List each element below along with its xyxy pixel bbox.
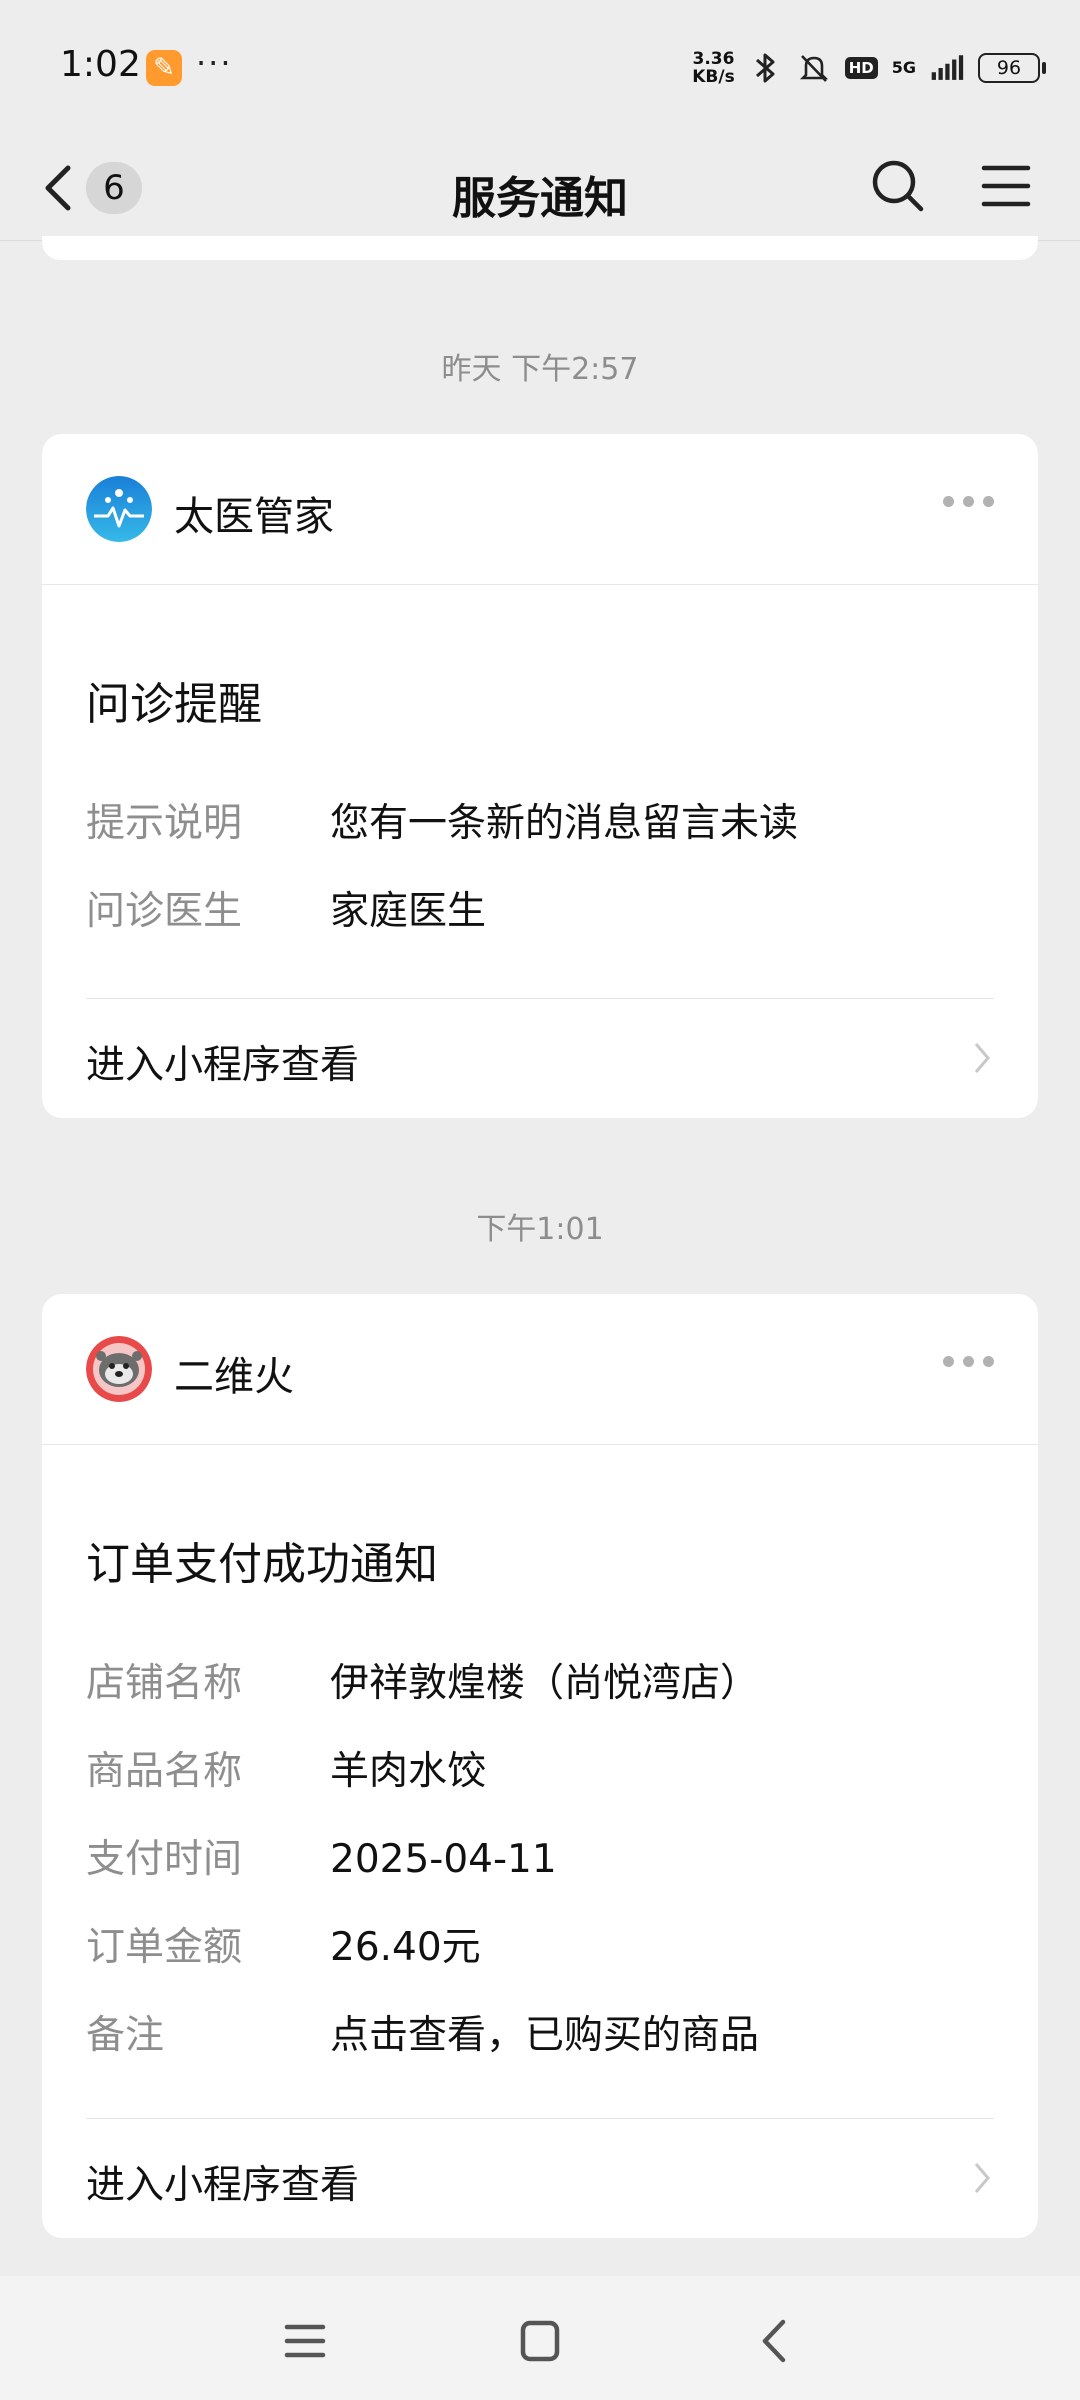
menu-button[interactable] (978, 156, 1034, 216)
field-label: 商品名称 (86, 1749, 243, 1794)
status-bar: 1:02 ✎ ··· 3.36 KB/s HD 5G 96 (0, 0, 1080, 136)
app-name[interactable]: 太医管家 (174, 484, 334, 542)
field-value: 26.40元 (330, 1925, 481, 1970)
field-row: 商品名称 羊肉水饺 (86, 1740, 486, 1796)
field-label: 订单金额 (86, 1925, 243, 1970)
field-label: 问诊医生 (86, 889, 243, 934)
message-card[interactable]: 太医管家 问诊提醒 提示说明 您有一条新的消息留言未读 问诊医生 家庭医生 进入小程… (42, 434, 1038, 1118)
open-mini-program-label: 进入小程序查看 (86, 2163, 360, 2208)
more-dots-icon[interactable] (943, 1356, 994, 1367)
chevron-right-icon (974, 1043, 990, 1073)
field-row: 提示说明 您有一条新的消息留言未读 (86, 792, 798, 848)
message-timestamp: 下午1:01 (476, 1212, 604, 1247)
open-mini-program-label: 进入小程序查看 (86, 1043, 360, 1088)
field-label: 备注 (86, 2013, 165, 2058)
field-label: 支付时间 (86, 1837, 243, 1882)
field-value: 点击查看，已购买的商品 (330, 2013, 760, 2058)
message-timestamp: 昨天 下午2:57 (441, 352, 639, 387)
home-button[interactable] (510, 2316, 570, 2366)
signal-icon (930, 51, 964, 85)
field-row: 问诊医生 家庭医生 (86, 880, 486, 936)
status-icons: 3.36 KB/s HD 5G 96 (692, 46, 1046, 90)
net-speed-value: 3.36 (692, 49, 735, 69)
field-label: 提示说明 (86, 801, 243, 846)
bluetooth-icon (749, 51, 783, 85)
home-icon (520, 2320, 560, 2362)
net-speed: 3.36 KB/s (692, 50, 734, 86)
battery-indicator: 96 (978, 53, 1046, 83)
back-arrow-icon (762, 2319, 786, 2363)
field-value: 您有一条新的消息留言未读 (330, 801, 799, 846)
search-button[interactable] (868, 156, 928, 216)
notification-title: 问诊提醒 (86, 679, 262, 730)
previous-message-card[interactable] (42, 236, 1038, 260)
field-row: 支付时间 2025-04-11 (86, 1828, 557, 1884)
more-dots-icon[interactable] (943, 496, 994, 507)
network-type: 5G (891, 58, 916, 77)
notification-app-icon: ✎ (146, 50, 182, 86)
menu-icon (981, 165, 1031, 207)
system-nav-bar (0, 2276, 1080, 2400)
nav-bar: 6 服务通知 (0, 136, 1080, 241)
card-header: 二维火 (42, 1294, 1038, 1445)
hd-badge: HD (844, 57, 878, 79)
search-icon (872, 160, 924, 212)
field-row: 店铺名称 伊祥敦煌楼（尚悦湾店） (86, 1652, 759, 1708)
mascot-app-icon (86, 1336, 152, 1402)
field-value: 伊祥敦煌楼（尚悦湾店） (330, 1661, 760, 1706)
field-label: 店铺名称 (86, 1661, 243, 1706)
message-card[interactable]: 二维火 订单支付成功通知 店铺名称 伊祥敦煌楼（尚悦湾店） 商品名称 羊肉水饺 支付… (42, 1294, 1038, 2238)
divider (86, 2118, 994, 2119)
app-avatar[interactable] (86, 1336, 152, 1402)
mute-bell-icon (797, 51, 831, 85)
open-mini-program-link[interactable]: 进入小程序查看 (86, 1034, 994, 1090)
health-app-icon (86, 476, 152, 542)
net-speed-unit: KB/s (692, 67, 735, 87)
field-row: 备注 点击查看，已购买的商品 (86, 2004, 759, 2060)
chevron-right-icon (974, 2163, 990, 2193)
app-name[interactable]: 二维火 (174, 1344, 294, 1402)
card-header: 太医管家 (42, 434, 1038, 585)
field-value: 2025-04-11 (330, 1837, 557, 1882)
field-value: 家庭医生 (330, 889, 487, 934)
open-mini-program-link[interactable]: 进入小程序查看 (86, 2154, 994, 2210)
divider (86, 998, 994, 999)
app-avatar[interactable] (86, 476, 152, 542)
recent-apps-icon (284, 2324, 326, 2358)
more-notifications-icon: ··· (196, 44, 233, 82)
field-row: 订单金额 26.40元 (86, 1916, 481, 1972)
field-value: 羊肉水饺 (330, 1749, 487, 1794)
system-back-button[interactable] (745, 2316, 805, 2366)
recent-apps-button[interactable] (275, 2316, 335, 2366)
notification-title: 订单支付成功通知 (86, 1539, 438, 1590)
status-time: 1:02 (60, 44, 141, 85)
